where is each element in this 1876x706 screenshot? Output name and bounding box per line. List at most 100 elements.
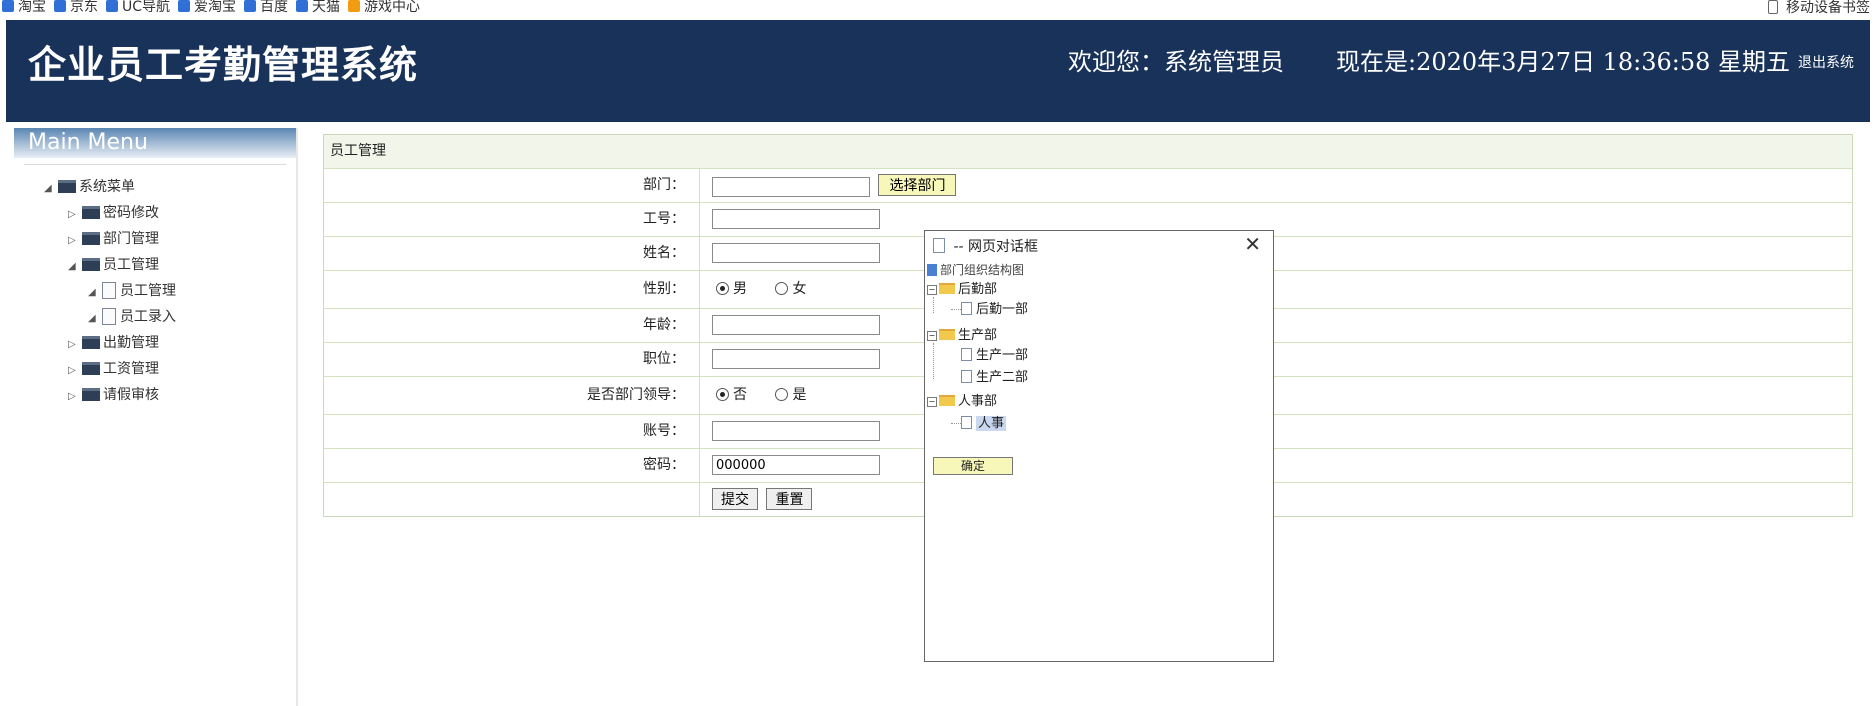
select-dept-button[interactable]: 选择部门 <box>878 174 957 196</box>
collapsed-triangle-icon: ▷ <box>68 339 76 350</box>
sidebar-item-password[interactable]: ▷ 密码修改 <box>68 203 159 223</box>
menu-divider <box>24 164 286 165</box>
reset-button[interactable]: 重置 <box>766 488 813 510</box>
dialog-title: -- 网页对话框 <box>933 237 1038 257</box>
document-icon <box>961 370 972 383</box>
current-datetime: 现在是:2020年3月27日 18:36:58 星期五 <box>1336 48 1791 76</box>
tree-guide <box>951 423 961 424</box>
welcome-text: 欢迎您：系统管理员 <box>1068 48 1284 76</box>
sidebar: Main Menu ◢ 系统菜单 ▷ 密码修改 ▷ 部门管理 ◢ 员工管理 ◢ 员工管理 … <box>14 128 298 706</box>
folder-open-icon <box>939 329 955 340</box>
jd-icon <box>54 0 66 12</box>
position-label: 职位： <box>324 343 700 376</box>
sidebar-item-employee-add[interactable]: ◢ 员工录入 <box>88 307 176 327</box>
uc-icon <box>106 0 118 12</box>
account-field[interactable] <box>712 421 880 441</box>
tree-dept-production[interactable]: − 生产部 <box>927 327 997 345</box>
bookmark-tmall[interactable]: 天猫 <box>296 0 340 14</box>
app-title: 企业员工考勤管理系统 <box>28 42 419 87</box>
tmall-icon <box>296 0 308 12</box>
tree-dept-hr[interactable]: − 人事部 <box>927 393 997 411</box>
tree-production-1[interactable]: 生产一部 <box>961 347 1028 365</box>
document-icon <box>102 308 116 325</box>
expanded-triangle-icon: ◢ <box>68 261 76 272</box>
bookmarks-bar: 淘宝 京东 UC导航 爱淘宝 百度 天猫 游戏中心 移动设备书签 <box>0 0 1876 16</box>
sidebar-item-employee-manage[interactable]: ◢ 员工管理 <box>88 281 176 301</box>
account-label: 账号： <box>324 415 700 448</box>
folder-icon <box>82 206 100 219</box>
confirm-button[interactable]: 确定 <box>933 457 1013 475</box>
mobile-bookmarks[interactable]: 移动设备书签 <box>1768 0 1870 15</box>
name-field[interactable] <box>712 243 880 263</box>
collapsed-triangle-icon: ▷ <box>68 235 76 246</box>
leader-label: 是否部门领导： <box>324 377 700 414</box>
sidebar-item-attendance[interactable]: ▷ 出勤管理 <box>68 333 159 353</box>
bookmark-games[interactable]: 游戏中心 <box>348 0 420 14</box>
sidebar-item-leave[interactable]: ▷ 请假审核 <box>68 385 159 405</box>
bookmark-taobao[interactable]: 淘宝 <box>2 0 46 14</box>
actions-label-cell <box>324 483 700 516</box>
bookmark-uc-nav[interactable]: UC导航 <box>106 0 170 14</box>
expanded-triangle-icon: ◢ <box>88 287 96 298</box>
org-tree-title: 部门组织结构图 <box>927 261 1024 279</box>
logout-link[interactable]: 退出系统 <box>1798 52 1854 72</box>
sidebar-item-employee[interactable]: ◢ 员工管理 <box>68 255 159 275</box>
dept-label: 部门： <box>324 169 700 202</box>
tree-guide <box>933 343 934 379</box>
document-icon <box>102 282 116 299</box>
org-chart-icon <box>927 264 937 276</box>
taobao-icon <box>2 0 14 12</box>
empno-field[interactable] <box>712 209 880 229</box>
document-icon <box>961 348 972 361</box>
document-icon <box>961 416 972 429</box>
gender-label: 性别： <box>324 271 700 308</box>
age-field[interactable] <box>712 315 880 335</box>
baidu-icon <box>244 0 256 12</box>
password-label: 密码： <box>324 449 700 482</box>
actions-cell: 提交 重置 <box>712 483 816 521</box>
selected-node-label: 人事 <box>976 416 1007 431</box>
gender-options: 男 女 <box>716 271 806 308</box>
folder-icon <box>82 362 100 375</box>
submit-button[interactable]: 提交 <box>712 488 758 510</box>
main-menu-header: Main Menu <box>14 128 296 158</box>
age-label: 年龄： <box>324 309 700 342</box>
bookmark-jd[interactable]: 京东 <box>54 0 98 14</box>
folder-icon <box>82 258 100 271</box>
leader-options: 否 是 <box>716 377 806 414</box>
bookmark-baidu[interactable]: 百度 <box>244 0 288 14</box>
tree-logistics-1[interactable]: 后勤一部 <box>961 301 1028 319</box>
folder-open-icon <box>939 283 955 294</box>
radio-checked-icon <box>716 282 729 295</box>
folder-icon <box>82 388 100 401</box>
empno-label: 工号： <box>324 203 700 236</box>
tree-guide <box>933 297 934 313</box>
form-title: 员工管理 <box>324 135 1852 169</box>
bookmark-aitaobao[interactable]: 爱淘宝 <box>178 0 236 14</box>
leader-yes-radio[interactable]: 是 <box>775 387 806 403</box>
folder-icon <box>82 232 100 245</box>
tree-root[interactable]: ◢ 系统菜单 <box>44 177 135 197</box>
tree-production-2[interactable]: 生产二部 <box>961 369 1028 387</box>
sidebar-item-salary[interactable]: ▷ 工资管理 <box>68 359 159 379</box>
page-icon <box>933 238 945 253</box>
gender-male-radio[interactable]: 男 <box>716 281 747 297</box>
radio-unchecked-icon <box>775 388 789 401</box>
gender-female-radio[interactable]: 女 <box>775 281 806 297</box>
folder-icon <box>82 336 100 349</box>
row-dept: 部门： 选择部门 <box>324 169 1852 203</box>
collapsed-triangle-icon: ▷ <box>68 209 76 220</box>
leader-no-radio[interactable]: 否 <box>716 387 747 403</box>
radio-checked-icon <box>716 388 729 401</box>
password-field[interactable] <box>712 455 880 475</box>
close-icon[interactable]: ✕ <box>1244 234 1261 254</box>
collapse-icon: − <box>927 331 937 341</box>
document-icon <box>961 302 972 315</box>
game-icon <box>348 0 360 12</box>
sidebar-item-dept[interactable]: ▷ 部门管理 <box>68 229 159 249</box>
collapse-icon: − <box>927 285 937 295</box>
tree-dept-logistics[interactable]: − 后勤部 <box>927 281 997 299</box>
tree-hr-1[interactable]: 人事 <box>961 415 1007 433</box>
dept-field[interactable] <box>712 176 870 197</box>
position-field[interactable] <box>712 349 880 369</box>
